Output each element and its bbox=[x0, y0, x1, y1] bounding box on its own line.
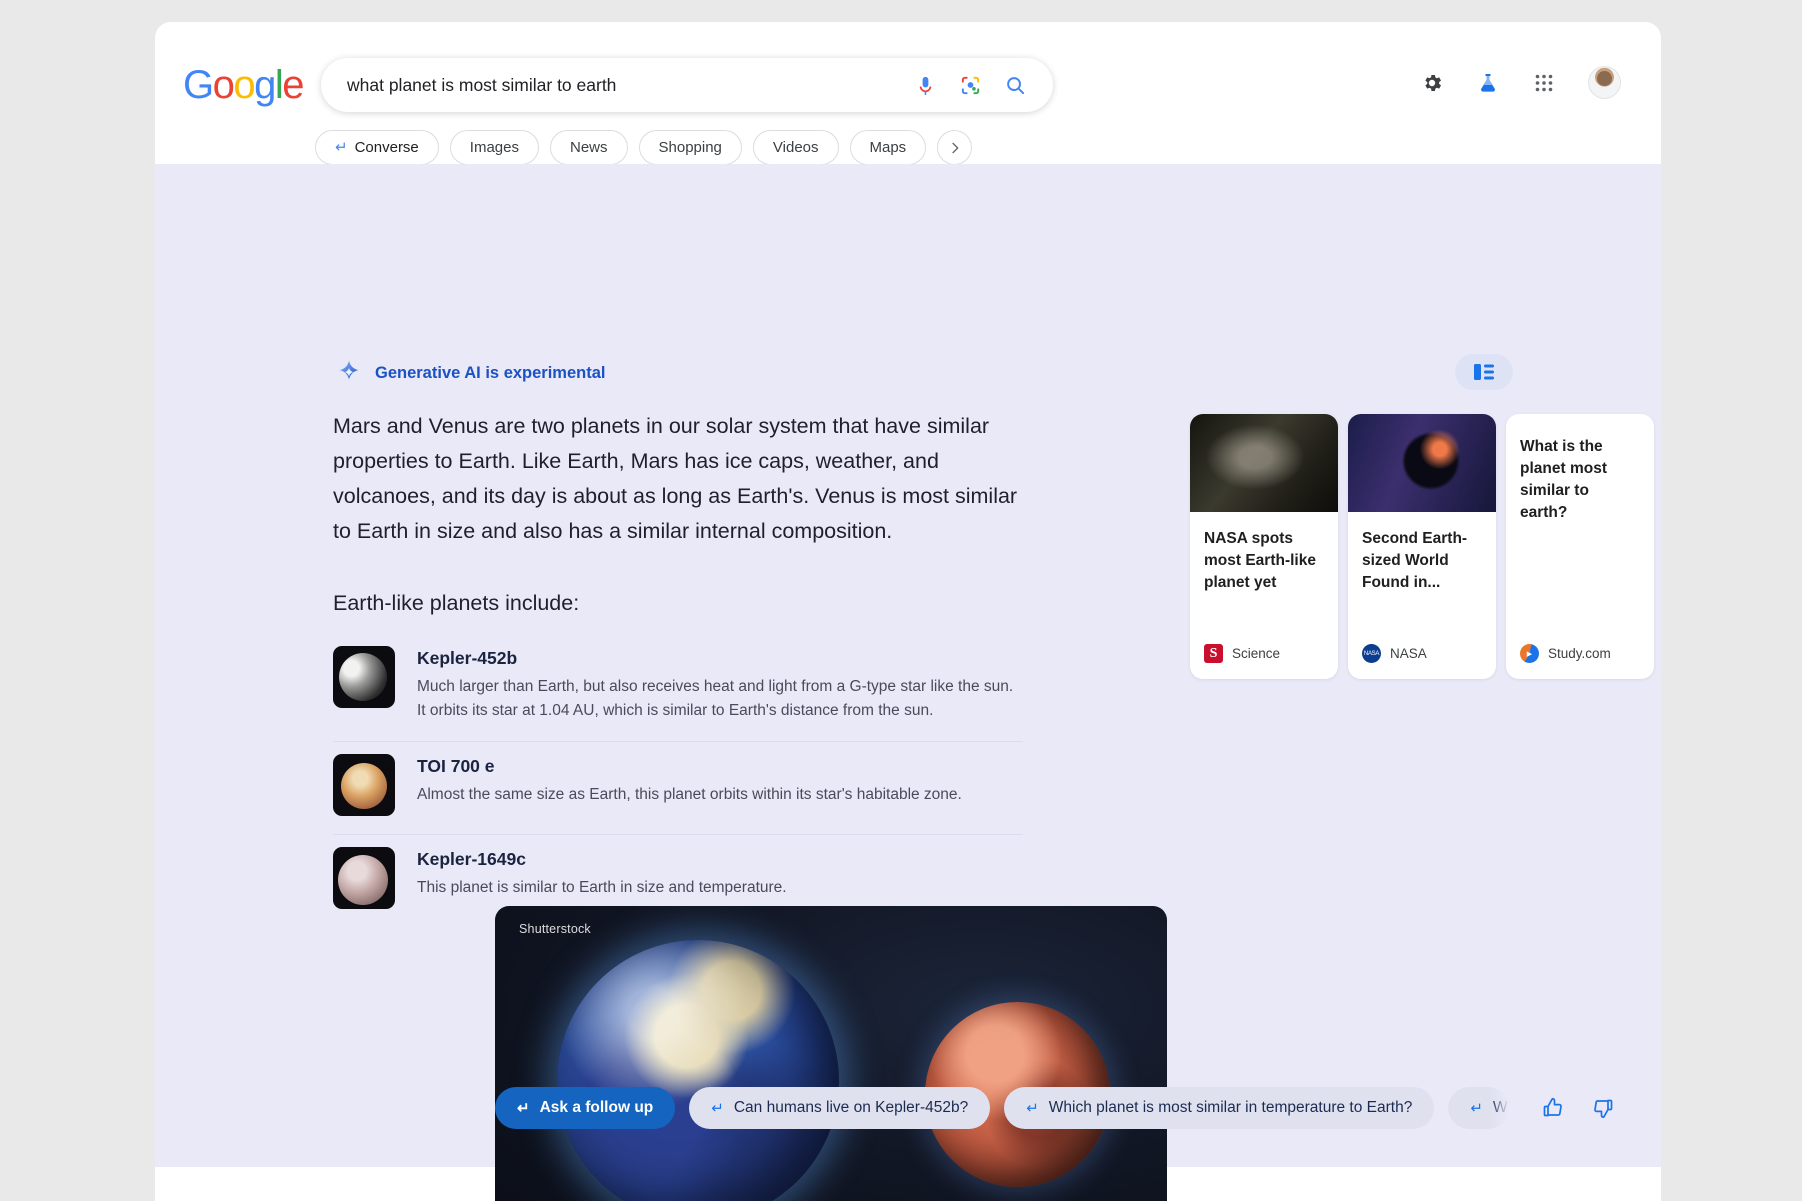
tab-videos[interactable]: Videos bbox=[752, 130, 839, 165]
account-avatar[interactable] bbox=[1588, 66, 1621, 99]
generative-ai-notice-label: Generative AI is experimental bbox=[375, 363, 606, 382]
chip-label: Which planet is most similar in temperat… bbox=[1048, 1099, 1413, 1116]
microphone-icon[interactable] bbox=[914, 74, 937, 97]
layout-columns-icon bbox=[1474, 364, 1494, 380]
planet-list: Kepler-452b Much larger than Earth, but … bbox=[333, 634, 1023, 927]
planet-list-item[interactable]: Kepler-452b Much larger than Earth, but … bbox=[333, 634, 1023, 742]
labs-flask-icon[interactable] bbox=[1476, 71, 1500, 95]
tab-label: Images bbox=[469, 139, 519, 156]
followup-arrow-icon: ↵ bbox=[1470, 1100, 1483, 1117]
source-card-title: NASA spots most Earth-like planet yet bbox=[1204, 530, 1316, 591]
logo-letter: G bbox=[183, 63, 214, 107]
header-actions bbox=[1420, 66, 1621, 99]
tab-shopping[interactable]: Shopping bbox=[638, 130, 742, 165]
chip-label: Can humans live on Kepler-452b? bbox=[733, 1099, 969, 1116]
planet-thumbnail-kepler-1649c bbox=[333, 847, 395, 909]
search-box-actions bbox=[914, 74, 1027, 97]
planet-description: Almost the same size as Earth, this plan… bbox=[417, 786, 962, 803]
planet-list-item[interactable]: TOI 700 e Almost the same size as Earth,… bbox=[333, 742, 1023, 835]
source-card-image bbox=[1348, 414, 1496, 512]
source-card-title: Second Earth-sized World Found in... bbox=[1362, 530, 1468, 591]
search-input[interactable]: what planet is most similar to earth bbox=[347, 75, 914, 96]
ask-followup-button[interactable]: ↵ Ask a follow up bbox=[495, 1087, 676, 1129]
tabs-more-button[interactable] bbox=[937, 130, 973, 165]
tab-label: Converse bbox=[354, 139, 419, 156]
source-card[interactable]: NASA spots most Earth-like planet yet S … bbox=[1190, 414, 1338, 679]
planet-thumbnail-toi-700-e bbox=[333, 754, 395, 816]
followup-chips: ↵ Ask a follow up ↵ Can humans live on K… bbox=[495, 1087, 1615, 1129]
source-card-publisher-label: Study.com bbox=[1548, 646, 1611, 661]
tab-label: Videos bbox=[772, 139, 819, 156]
followup-chip[interactable]: ↵ Which planet is most similar in temper… bbox=[1004, 1087, 1435, 1129]
logo-letter: e bbox=[282, 63, 304, 107]
planet-name: TOI 700 e bbox=[417, 756, 495, 776]
feedback-controls bbox=[1541, 1096, 1615, 1120]
thumbs-down-icon[interactable] bbox=[1591, 1096, 1615, 1120]
chip-label: Ask a follow up bbox=[539, 1099, 654, 1116]
tab-converse[interactable]: ↵ Converse bbox=[315, 130, 439, 165]
ai-sparkle-icon bbox=[339, 360, 359, 380]
tab-maps[interactable]: Maps bbox=[849, 130, 927, 165]
hero-image-earth-and-mars[interactable]: Shutterstock bbox=[495, 906, 1167, 1201]
google-logo[interactable]: Google bbox=[183, 63, 304, 107]
source-card-publisher-label: NASA bbox=[1390, 646, 1427, 661]
sge-panel: Generative AI is experimental Mars and V… bbox=[155, 164, 1661, 1201]
google-lens-icon[interactable] bbox=[959, 74, 982, 97]
source-card-publisher: Study.com bbox=[1520, 644, 1611, 663]
source-card-image bbox=[1190, 414, 1338, 512]
source-card-publisher: S Science bbox=[1204, 644, 1280, 663]
search-icon[interactable] bbox=[1004, 74, 1027, 97]
planet-description: Much larger than Earth, but also receive… bbox=[417, 678, 1014, 719]
search-filter-tabs: ↵ Converse Images News Shopping Videos M… bbox=[315, 130, 973, 165]
chevron-right-icon bbox=[952, 142, 959, 153]
source-card-title: What is the planet most similar to earth… bbox=[1520, 438, 1607, 521]
logo-letter: o bbox=[212, 63, 235, 107]
study-favicon bbox=[1520, 644, 1539, 663]
planet-thumbnail-kepler-452b bbox=[333, 646, 395, 708]
logo-letter: g bbox=[254, 63, 276, 107]
ai-answer-paragraph: Mars and Venus are two planets in our so… bbox=[333, 414, 1018, 543]
thumbs-up-icon[interactable] bbox=[1541, 1096, 1565, 1120]
source-card-publisher-label: Science bbox=[1232, 646, 1281, 661]
planet-list-heading: Earth-like planets include: bbox=[333, 591, 580, 615]
tab-images[interactable]: Images bbox=[449, 130, 539, 165]
followup-arrow-icon: ↵ bbox=[517, 1100, 530, 1117]
followup-chip[interactable]: ↵ What planet can we bbox=[1448, 1087, 1509, 1129]
science-favicon: S bbox=[1204, 644, 1223, 663]
planet-name: Kepler-1649c bbox=[417, 849, 526, 869]
tab-label: News bbox=[569, 139, 608, 156]
followup-arrow-icon: ↵ bbox=[711, 1100, 724, 1117]
tab-label: Maps bbox=[869, 139, 907, 156]
ai-answer: Mars and Venus are two planets in our so… bbox=[333, 409, 1023, 927]
browser-page: Google what planet is most similar to ea… bbox=[155, 22, 1661, 1201]
apps-grid-icon[interactable] bbox=[1532, 71, 1556, 95]
followup-arrow-icon: ↵ bbox=[1026, 1100, 1039, 1117]
settings-gear-icon[interactable] bbox=[1420, 71, 1444, 95]
earth-planet-graphic bbox=[557, 940, 839, 1201]
planet-name: Kepler-452b bbox=[417, 648, 518, 668]
followup-chip[interactable]: ↵ Can humans live on Kepler-452b? bbox=[689, 1087, 991, 1129]
nasa-favicon bbox=[1362, 644, 1381, 663]
chip-label: What planet can we bbox=[1492, 1099, 1509, 1116]
screenshot-root: Google what planet is most similar to ea… bbox=[0, 0, 1802, 1201]
source-cards: NASA spots most Earth-like planet yet S … bbox=[1190, 414, 1654, 679]
converse-arrow-icon: ↵ bbox=[335, 139, 348, 156]
source-card[interactable]: Second Earth-sized World Found in... NAS… bbox=[1348, 414, 1496, 679]
layout-toggle-button[interactable] bbox=[1455, 354, 1513, 390]
search-box[interactable]: what planet is most similar to earth bbox=[321, 58, 1053, 112]
tab-label: Shopping bbox=[658, 139, 722, 156]
tab-news[interactable]: News bbox=[549, 130, 628, 165]
source-card[interactable]: What is the planet most similar to earth… bbox=[1506, 414, 1654, 679]
search-header: Google what planet is most similar to ea… bbox=[155, 22, 1661, 165]
logo-letter: o bbox=[233, 63, 255, 107]
planet-description: This planet is similar to Earth in size … bbox=[417, 879, 787, 896]
generative-ai-notice: Generative AI is experimental bbox=[335, 359, 606, 387]
hero-image-credit: Shutterstock bbox=[519, 922, 591, 936]
source-card-publisher: NASA bbox=[1362, 644, 1427, 663]
